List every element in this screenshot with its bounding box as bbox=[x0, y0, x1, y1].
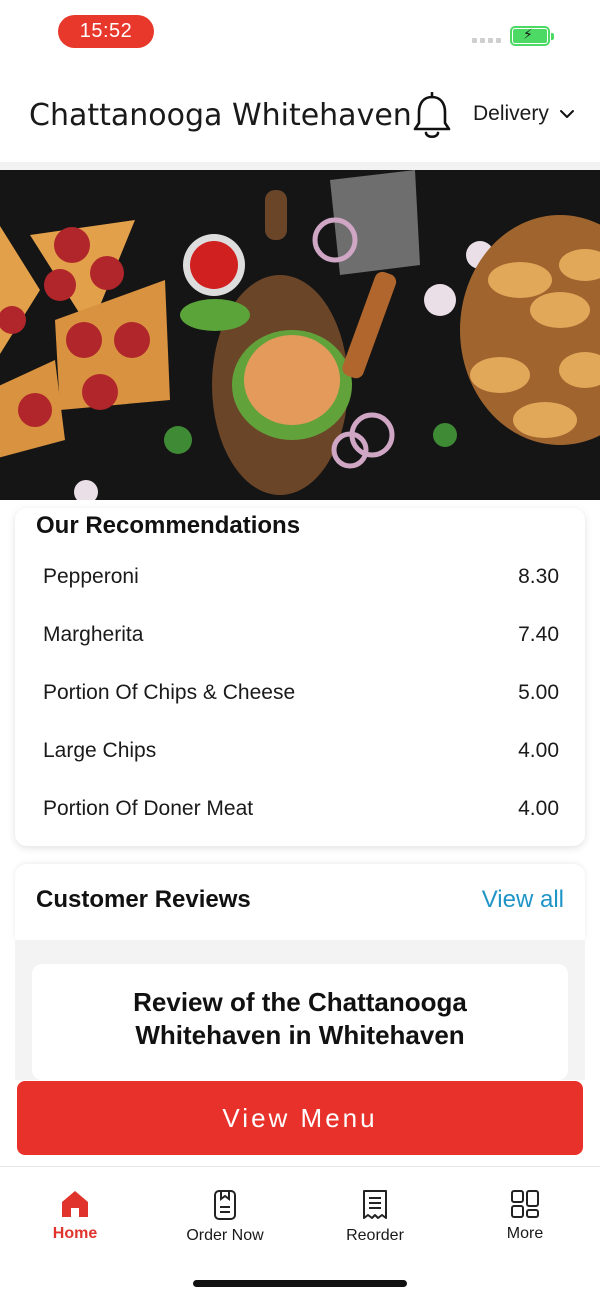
bell-icon[interactable] bbox=[410, 92, 454, 142]
tab-home[interactable]: Home bbox=[15, 1189, 135, 1243]
tab-label: Order Now bbox=[186, 1227, 264, 1244]
battery-icon: ⚡ bbox=[510, 26, 554, 46]
list-item[interactable]: Portion Of Doner Meat 4.00 bbox=[43, 794, 559, 824]
tab-label: Home bbox=[52, 1225, 98, 1242]
item-name: Portion Of Chips & Cheese bbox=[43, 681, 296, 704]
item-price: 4.00 bbox=[518, 797, 559, 820]
view-menu-button[interactable]: View Menu bbox=[17, 1081, 583, 1155]
status-bar: 15:52 ⚡ bbox=[0, 0, 600, 64]
order-mode-dropdown[interactable]: Delivery bbox=[473, 102, 575, 126]
divider bbox=[0, 162, 600, 170]
item-name: Pepperoni bbox=[43, 565, 139, 588]
recommendations-card: Our Recommendations Pepperoni 8.30 Margh… bbox=[15, 508, 585, 846]
item-price: 7.40 bbox=[518, 623, 559, 646]
order-mode-label: Delivery bbox=[473, 102, 549, 125]
list-item[interactable]: Large Chips 4.00 bbox=[43, 736, 559, 766]
tab-label: More bbox=[506, 1225, 544, 1242]
review-card[interactable]: Review of the Chattanooga Whitehaven in … bbox=[32, 964, 568, 1080]
tab-order-now[interactable]: Order Now bbox=[165, 1189, 285, 1245]
reviews-header: Customer Reviews View all bbox=[15, 864, 585, 940]
grid-icon bbox=[511, 1190, 539, 1218]
list-item[interactable]: Portion Of Chips & Cheese 5.00 bbox=[43, 678, 559, 708]
review-heading: Review of the Chattanooga Whitehaven in … bbox=[133, 987, 467, 1050]
reviews-title: Customer Reviews bbox=[36, 886, 251, 913]
receipt-icon bbox=[363, 1190, 387, 1219]
item-price: 5.00 bbox=[518, 681, 559, 704]
home-icon bbox=[62, 1191, 88, 1217]
list-item[interactable]: Margherita 7.40 bbox=[43, 620, 559, 650]
item-price: 4.00 bbox=[518, 739, 559, 762]
item-name: Large Chips bbox=[43, 739, 157, 762]
order-icon bbox=[214, 1190, 236, 1220]
tab-reorder[interactable]: Reorder bbox=[315, 1189, 435, 1245]
status-time: 15:52 bbox=[58, 15, 154, 48]
home-indicator bbox=[193, 1280, 407, 1287]
tab-label: Reorder bbox=[346, 1227, 404, 1244]
chevron-down-icon bbox=[559, 110, 574, 118]
item-price: 8.30 bbox=[518, 565, 559, 588]
store-name: Chattanooga Whitehaven bbox=[29, 98, 412, 133]
tab-bar: Home Order Now Reorder More bbox=[0, 1166, 600, 1298]
view-all-link[interactable]: View all bbox=[482, 886, 564, 914]
hero-banner-image bbox=[0, 170, 600, 500]
header: Chattanooga Whitehaven Delivery bbox=[0, 70, 600, 162]
signal-icon bbox=[472, 38, 501, 43]
recommendations-title: Our Recommendations bbox=[36, 512, 301, 539]
item-name: Margherita bbox=[43, 623, 144, 646]
tab-more[interactable]: More bbox=[465, 1189, 585, 1243]
list-item[interactable]: Pepperoni 8.30 bbox=[43, 562, 559, 592]
item-name: Portion Of Doner Meat bbox=[43, 797, 254, 820]
